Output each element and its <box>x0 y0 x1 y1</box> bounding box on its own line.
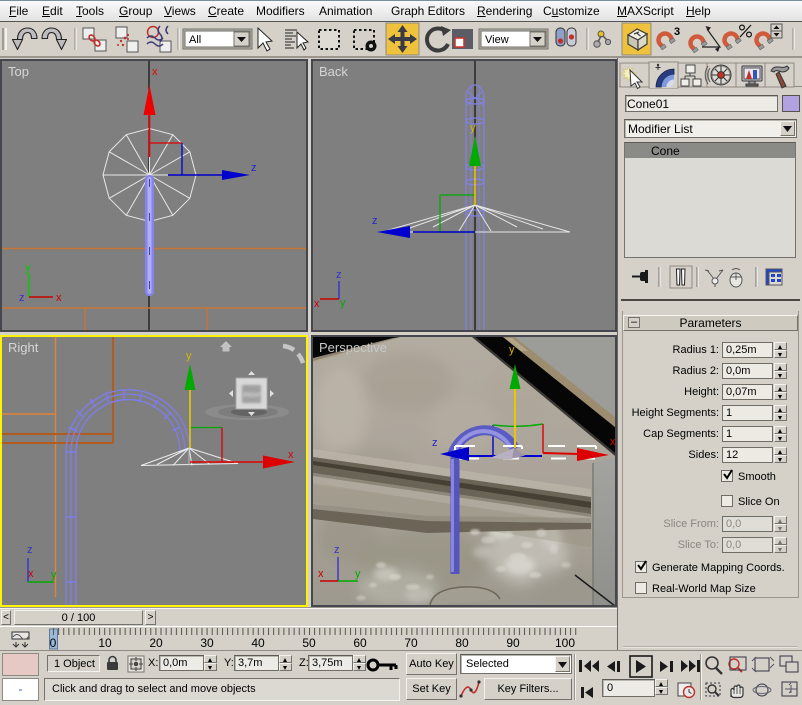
svg-text:RIGHT: RIGHT <box>244 392 264 399</box>
svg-text:x: x <box>318 568 324 580</box>
svg-text:y: y <box>186 350 192 362</box>
svg-text:3: 3 <box>674 26 680 38</box>
svg-text:x: x <box>610 436 615 448</box>
svg-text:z: z <box>336 269 342 281</box>
svg-text:y: y <box>51 569 57 581</box>
svg-text:z: z <box>19 292 25 304</box>
svg-text:z: z <box>251 162 257 174</box>
svg-text:z: z <box>334 544 340 556</box>
svg-text:x: x <box>56 292 62 304</box>
svg-text:x: x <box>314 298 320 310</box>
svg-text:y: y <box>355 568 361 580</box>
svg-text:z: z <box>432 437 438 449</box>
svg-text:z: z <box>372 215 378 227</box>
svg-text:y: y <box>340 297 346 309</box>
svg-text:View: View <box>485 34 509 46</box>
svg-text:x: x <box>288 449 294 461</box>
svg-text:y: y <box>470 122 476 134</box>
svg-text:x: x <box>28 568 34 580</box>
svg-text:All: All <box>189 34 201 46</box>
svg-text:x: x <box>152 66 158 78</box>
svg-text:z: z <box>27 544 33 556</box>
svg-text:y: y <box>509 344 515 356</box>
svg-text:y: y <box>25 262 31 274</box>
